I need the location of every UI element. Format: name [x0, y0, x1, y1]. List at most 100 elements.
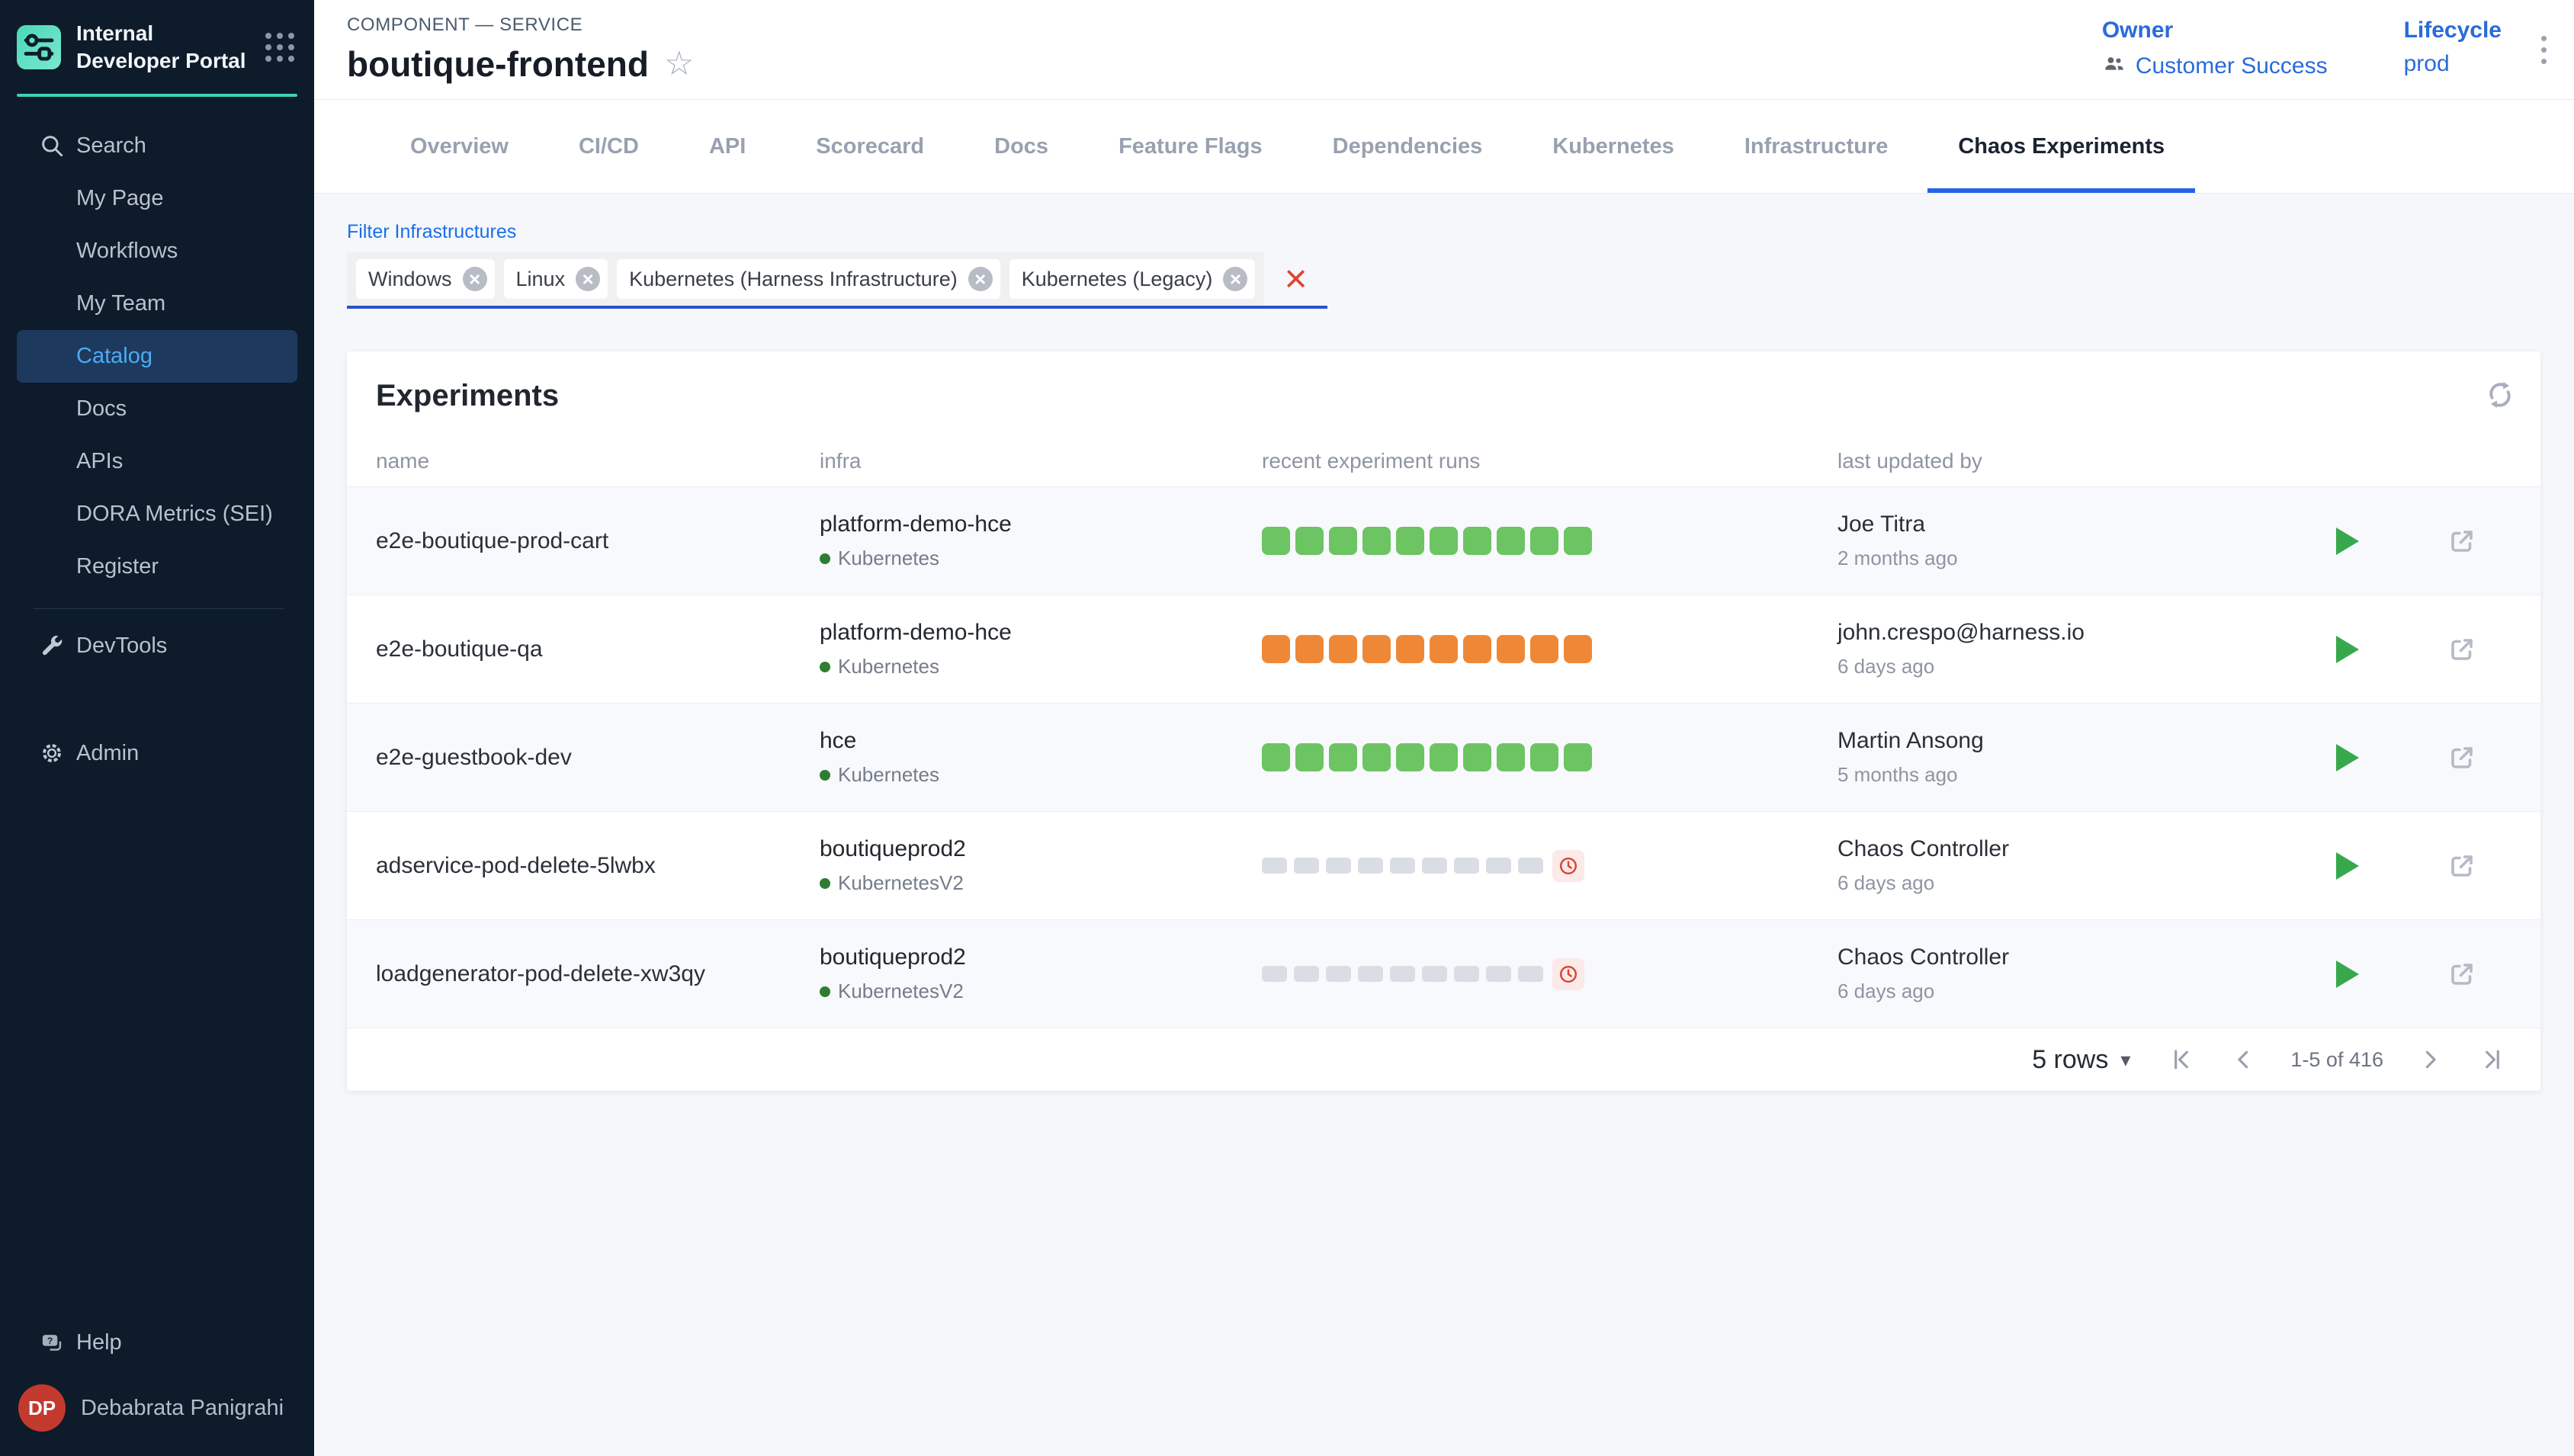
infra-name: platform-demo-hce	[820, 620, 1262, 646]
sidebar-item-register[interactable]: Register	[17, 540, 297, 593]
sidebar-item-docs[interactable]: Docs	[17, 383, 297, 435]
tab-scorecard[interactable]: Scorecard	[781, 100, 959, 193]
run-indicator	[1564, 527, 1592, 555]
page-title: boutique-frontend	[347, 43, 649, 85]
play-icon	[2336, 852, 2359, 880]
run-indicator	[1463, 635, 1491, 663]
remove-chip-button[interactable]	[463, 267, 487, 291]
sidebar-item-devtools[interactable]: DevTools	[17, 620, 297, 672]
sidebar-item-dora-metrics-sei[interactable]: DORA Metrics (SEI)	[17, 488, 297, 540]
infra-type: Kubernetes	[838, 547, 939, 570]
sidebar-item-my-page[interactable]: My Page	[17, 172, 297, 225]
tab-ci-cd[interactable]: CI/CD	[544, 100, 674, 193]
tab-kubernetes[interactable]: Kubernetes	[1517, 100, 1709, 193]
user-menu[interactable]: DP Debabrata Panigrahi	[0, 1369, 314, 1441]
tab-dependencies[interactable]: Dependencies	[1298, 100, 1518, 193]
run-indicators	[1262, 743, 1837, 771]
open-experiment-button[interactable]	[2443, 522, 2481, 560]
run-indicator	[1530, 527, 1558, 555]
run-indicator	[1326, 966, 1351, 982]
open-experiment-button[interactable]	[2443, 630, 2481, 669]
sidebar: Internal Developer Portal SearchMy PageW…	[0, 0, 314, 1456]
clear-filters-button[interactable]	[1284, 259, 1307, 299]
filter-chip: Linux	[504, 259, 608, 299]
run-experiment-button[interactable]	[2333, 849, 2362, 883]
run-experiment-button[interactable]	[2333, 633, 2362, 666]
run-experiment-button[interactable]	[2333, 524, 2362, 558]
run-indicator	[1262, 858, 1287, 874]
run-indicator	[1454, 966, 1479, 982]
row-actions	[2301, 630, 2524, 669]
remove-chip-button[interactable]	[1223, 267, 1247, 291]
launch-icon	[2446, 525, 2478, 557]
more-options-button[interactable]	[2537, 28, 2551, 72]
run-indicator	[1362, 635, 1391, 663]
run-history	[1262, 850, 1837, 882]
sidebar-item-admin[interactable]: Admin	[17, 727, 297, 780]
sidebar-item-workflows[interactable]: Workflows	[17, 225, 297, 277]
previous-page-button[interactable]	[2228, 1044, 2260, 1076]
next-page-button[interactable]	[2414, 1044, 2446, 1076]
infra-name: boutiqueprod2	[820, 944, 1262, 970]
run-indicator	[1497, 527, 1525, 555]
open-experiment-button[interactable]	[2443, 847, 2481, 885]
run-history	[1262, 958, 1837, 990]
updated-by: Chaos Controller	[1837, 944, 2301, 970]
filter-infrastructures-label[interactable]: Filter Infrastructures	[347, 221, 516, 243]
run-indicator	[1295, 635, 1324, 663]
infra-cell: boutiqueprod2KubernetesV2	[820, 836, 1262, 895]
sidebar-item-label: Docs	[76, 396, 127, 422]
favorite-star-button[interactable]: ☆	[664, 47, 694, 81]
run-indicator	[1262, 966, 1287, 982]
rows-per-page-select[interactable]: 5 rows	[2027, 1044, 2135, 1076]
app-logo-icon[interactable]	[17, 25, 61, 69]
first-page-button[interactable]	[2165, 1044, 2197, 1076]
apps-grid-icon[interactable]	[265, 33, 294, 62]
sidebar-header: Internal Developer Portal	[0, 0, 314, 91]
owner-value: Customer Success	[2136, 53, 2328, 79]
sidebar-item-catalog[interactable]: Catalog	[17, 330, 297, 383]
run-experiment-button[interactable]	[2333, 741, 2362, 775]
row-actions	[2301, 739, 2524, 777]
last-updated-cell: Chaos Controller 6 days ago	[1837, 944, 2301, 1003]
filter-chip: Kubernetes (Legacy)	[1009, 259, 1256, 299]
updated-at: 6 days ago	[1837, 655, 2301, 678]
sidebar-item-label: Admin	[76, 741, 139, 766]
updated-at: 6 days ago	[1837, 980, 2301, 1003]
filter-chips-box[interactable]: WindowsLinuxKubernetes (Harness Infrastr…	[347, 252, 1264, 306]
remove-chip-button[interactable]	[576, 267, 600, 291]
tab-overview[interactable]: Overview	[375, 100, 544, 193]
run-indicator	[1530, 743, 1558, 771]
sidebar-item-my-team[interactable]: My Team	[17, 277, 297, 330]
run-indicator	[1362, 527, 1391, 555]
infra-sub: Kubernetes	[820, 547, 1262, 570]
last-page-button[interactable]	[2476, 1044, 2508, 1076]
open-experiment-button[interactable]	[2443, 739, 2481, 777]
play-icon	[2336, 961, 2359, 988]
tab-chaos-experiments[interactable]: Chaos Experiments	[1923, 100, 2200, 193]
updated-at: 6 days ago	[1837, 871, 2301, 895]
filter-chip-label: Kubernetes (Legacy)	[1022, 268, 1213, 291]
tab-api[interactable]: API	[674, 100, 781, 193]
run-indicator	[1497, 635, 1525, 663]
sidebar-item-apis[interactable]: APIs	[17, 435, 297, 488]
sidebar-item-search[interactable]: Search	[17, 120, 297, 172]
run-indicator	[1463, 527, 1491, 555]
owner-link[interactable]: Customer Success	[2102, 51, 2328, 82]
infra-cell: platform-demo-hceKubernetes	[820, 512, 1262, 570]
sidebar-nav: SearchMy PageWorkflowsMy TeamCatalog Docs…	[0, 120, 314, 593]
infra-sub: Kubernetes	[820, 763, 1262, 787]
remove-chip-button[interactable]	[968, 267, 993, 291]
sidebar-item-help[interactable]: ? Help	[17, 1316, 297, 1369]
tab-infrastructure[interactable]: Infrastructure	[1709, 100, 1924, 193]
filter-input[interactable]: WindowsLinuxKubernetes (Harness Infrastr…	[347, 252, 1327, 309]
run-experiment-button[interactable]	[2333, 957, 2362, 991]
tab-feature-flags[interactable]: Feature Flags	[1083, 100, 1298, 193]
last-updated-cell: john.crespo@harness.io6 days ago	[1837, 620, 2301, 678]
run-indicator	[1518, 966, 1543, 982]
refresh-button[interactable]	[2481, 376, 2519, 416]
run-indicator	[1430, 527, 1458, 555]
tab-docs[interactable]: Docs	[959, 100, 1083, 193]
table-row: e2e-boutique-prod-cartplatform-demo-hceK…	[347, 487, 2540, 595]
open-experiment-button[interactable]	[2443, 955, 2481, 993]
